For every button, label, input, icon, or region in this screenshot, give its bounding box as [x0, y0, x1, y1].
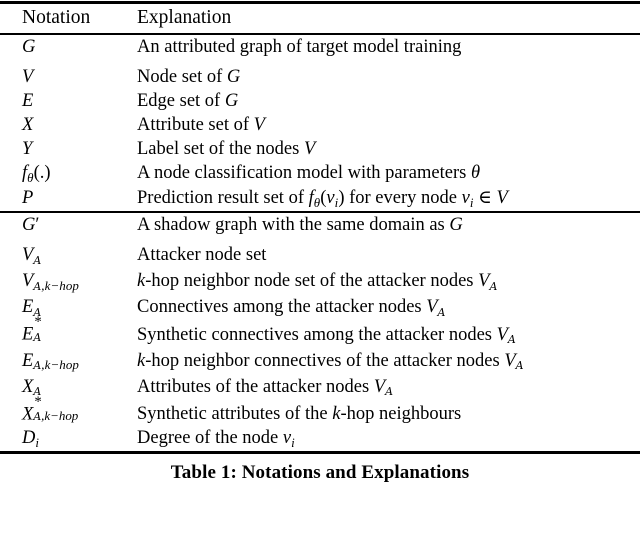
table-row: EA Connectives among the attacker nodes …	[0, 295, 640, 321]
table-row: X Attribute set of V	[0, 113, 640, 137]
explanation-cell: A node classification model with paramet…	[137, 163, 481, 183]
explanation-cell: Degree of the node vi	[137, 428, 295, 450]
table-row: G′ A shadow graph with the same domain a…	[0, 213, 640, 243]
table-row: E * A Synthetic connectives among the atta…	[0, 314, 640, 349]
explanation-cell: Label set of the nodes V	[137, 139, 316, 159]
notation-cell: G	[22, 37, 36, 57]
explanation-cell: Attacker node set	[137, 245, 267, 265]
table-header-row: Notation Explanation	[0, 4, 640, 33]
table-row: fθ(.) A node classification model with p…	[0, 161, 640, 186]
notation-cell: Di	[22, 428, 40, 450]
notation-cell: VA,k−hop	[22, 271, 79, 293]
notations-table-figure: Notation Explanation G An attributed gra…	[0, 1, 640, 486]
notation-cell: G′	[22, 215, 40, 235]
explanation-cell: Prediction result set of fθ(vi) for ever…	[137, 188, 508, 210]
explanation-cell: An attributed graph of target model trai…	[137, 37, 462, 57]
explanation-cell: Attribute set of V	[137, 115, 265, 135]
table-row: VA Attacker node set	[0, 243, 640, 269]
table-row: XA Attributes of the attacker nodes VA	[0, 375, 640, 401]
table-row: E Edge set of G	[0, 89, 640, 113]
table-row: G An attributed graph of target model tr…	[0, 35, 640, 65]
notation-cell: EA	[22, 297, 42, 319]
notation-cell: X * A,k−hop	[22, 393, 79, 424]
explanation-cell: Attributes of the attacker nodes VA	[137, 376, 394, 399]
explanation-cell: k-hop neighbor connectives of the attack…	[137, 350, 524, 373]
explanation-cell: k-hop neighbor node set of the attacker …	[137, 271, 498, 293]
explanation-cell: Connectives among the attacker nodes VA	[137, 297, 446, 319]
table-row: Y Label set of the nodes V	[0, 137, 640, 161]
notations-table: Notation Explanation	[0, 4, 640, 33]
notation-cell: V	[22, 67, 34, 87]
explanation-cell: A shadow graph with the same domain as G	[137, 215, 463, 235]
explanation-cell: Synthetic connectives among the attacker…	[137, 324, 516, 347]
notation-cell: X	[22, 115, 34, 135]
table-row: Di Degree of the node vi	[0, 426, 640, 451]
notation-cell: Y	[22, 139, 33, 159]
explanation-cell: Synthetic attributes of the k-hop neighb…	[137, 404, 462, 424]
notation-cell: XA	[22, 376, 42, 399]
notations-table-section-1: G An attributed graph of target model tr…	[0, 35, 640, 211]
notation-cell: fθ(.)	[22, 163, 51, 185]
table-row: X * A,k−hop Synthetic attributes of the k-…	[0, 393, 640, 427]
explanation-cell: Edge set of G	[137, 91, 239, 111]
table-row: EA,k−hop k-hop neighbor connectives of t…	[0, 349, 640, 375]
notation-cell: P	[22, 188, 34, 208]
table-row: V Node set of G	[0, 65, 640, 89]
table-row: VA,k−hop k-hop neighbor node set of the …	[0, 269, 640, 295]
column-header-notation: Notation	[22, 7, 91, 28]
notation-cell: E	[22, 91, 34, 111]
column-header-explanation: Explanation	[137, 7, 232, 28]
explanation-cell: Node set of G	[137, 67, 241, 87]
notation-cell: E * A	[22, 314, 42, 345]
table-caption: Table 1: Notations and Explanations	[170, 462, 470, 483]
notation-cell: EA,k−hop	[22, 350, 79, 373]
notation-cell: VA	[22, 245, 42, 267]
table-row: P Prediction result set of fθ(vi) for ev…	[0, 186, 640, 211]
notations-table-section-2: G′ A shadow graph with the same domain a…	[0, 213, 640, 451]
